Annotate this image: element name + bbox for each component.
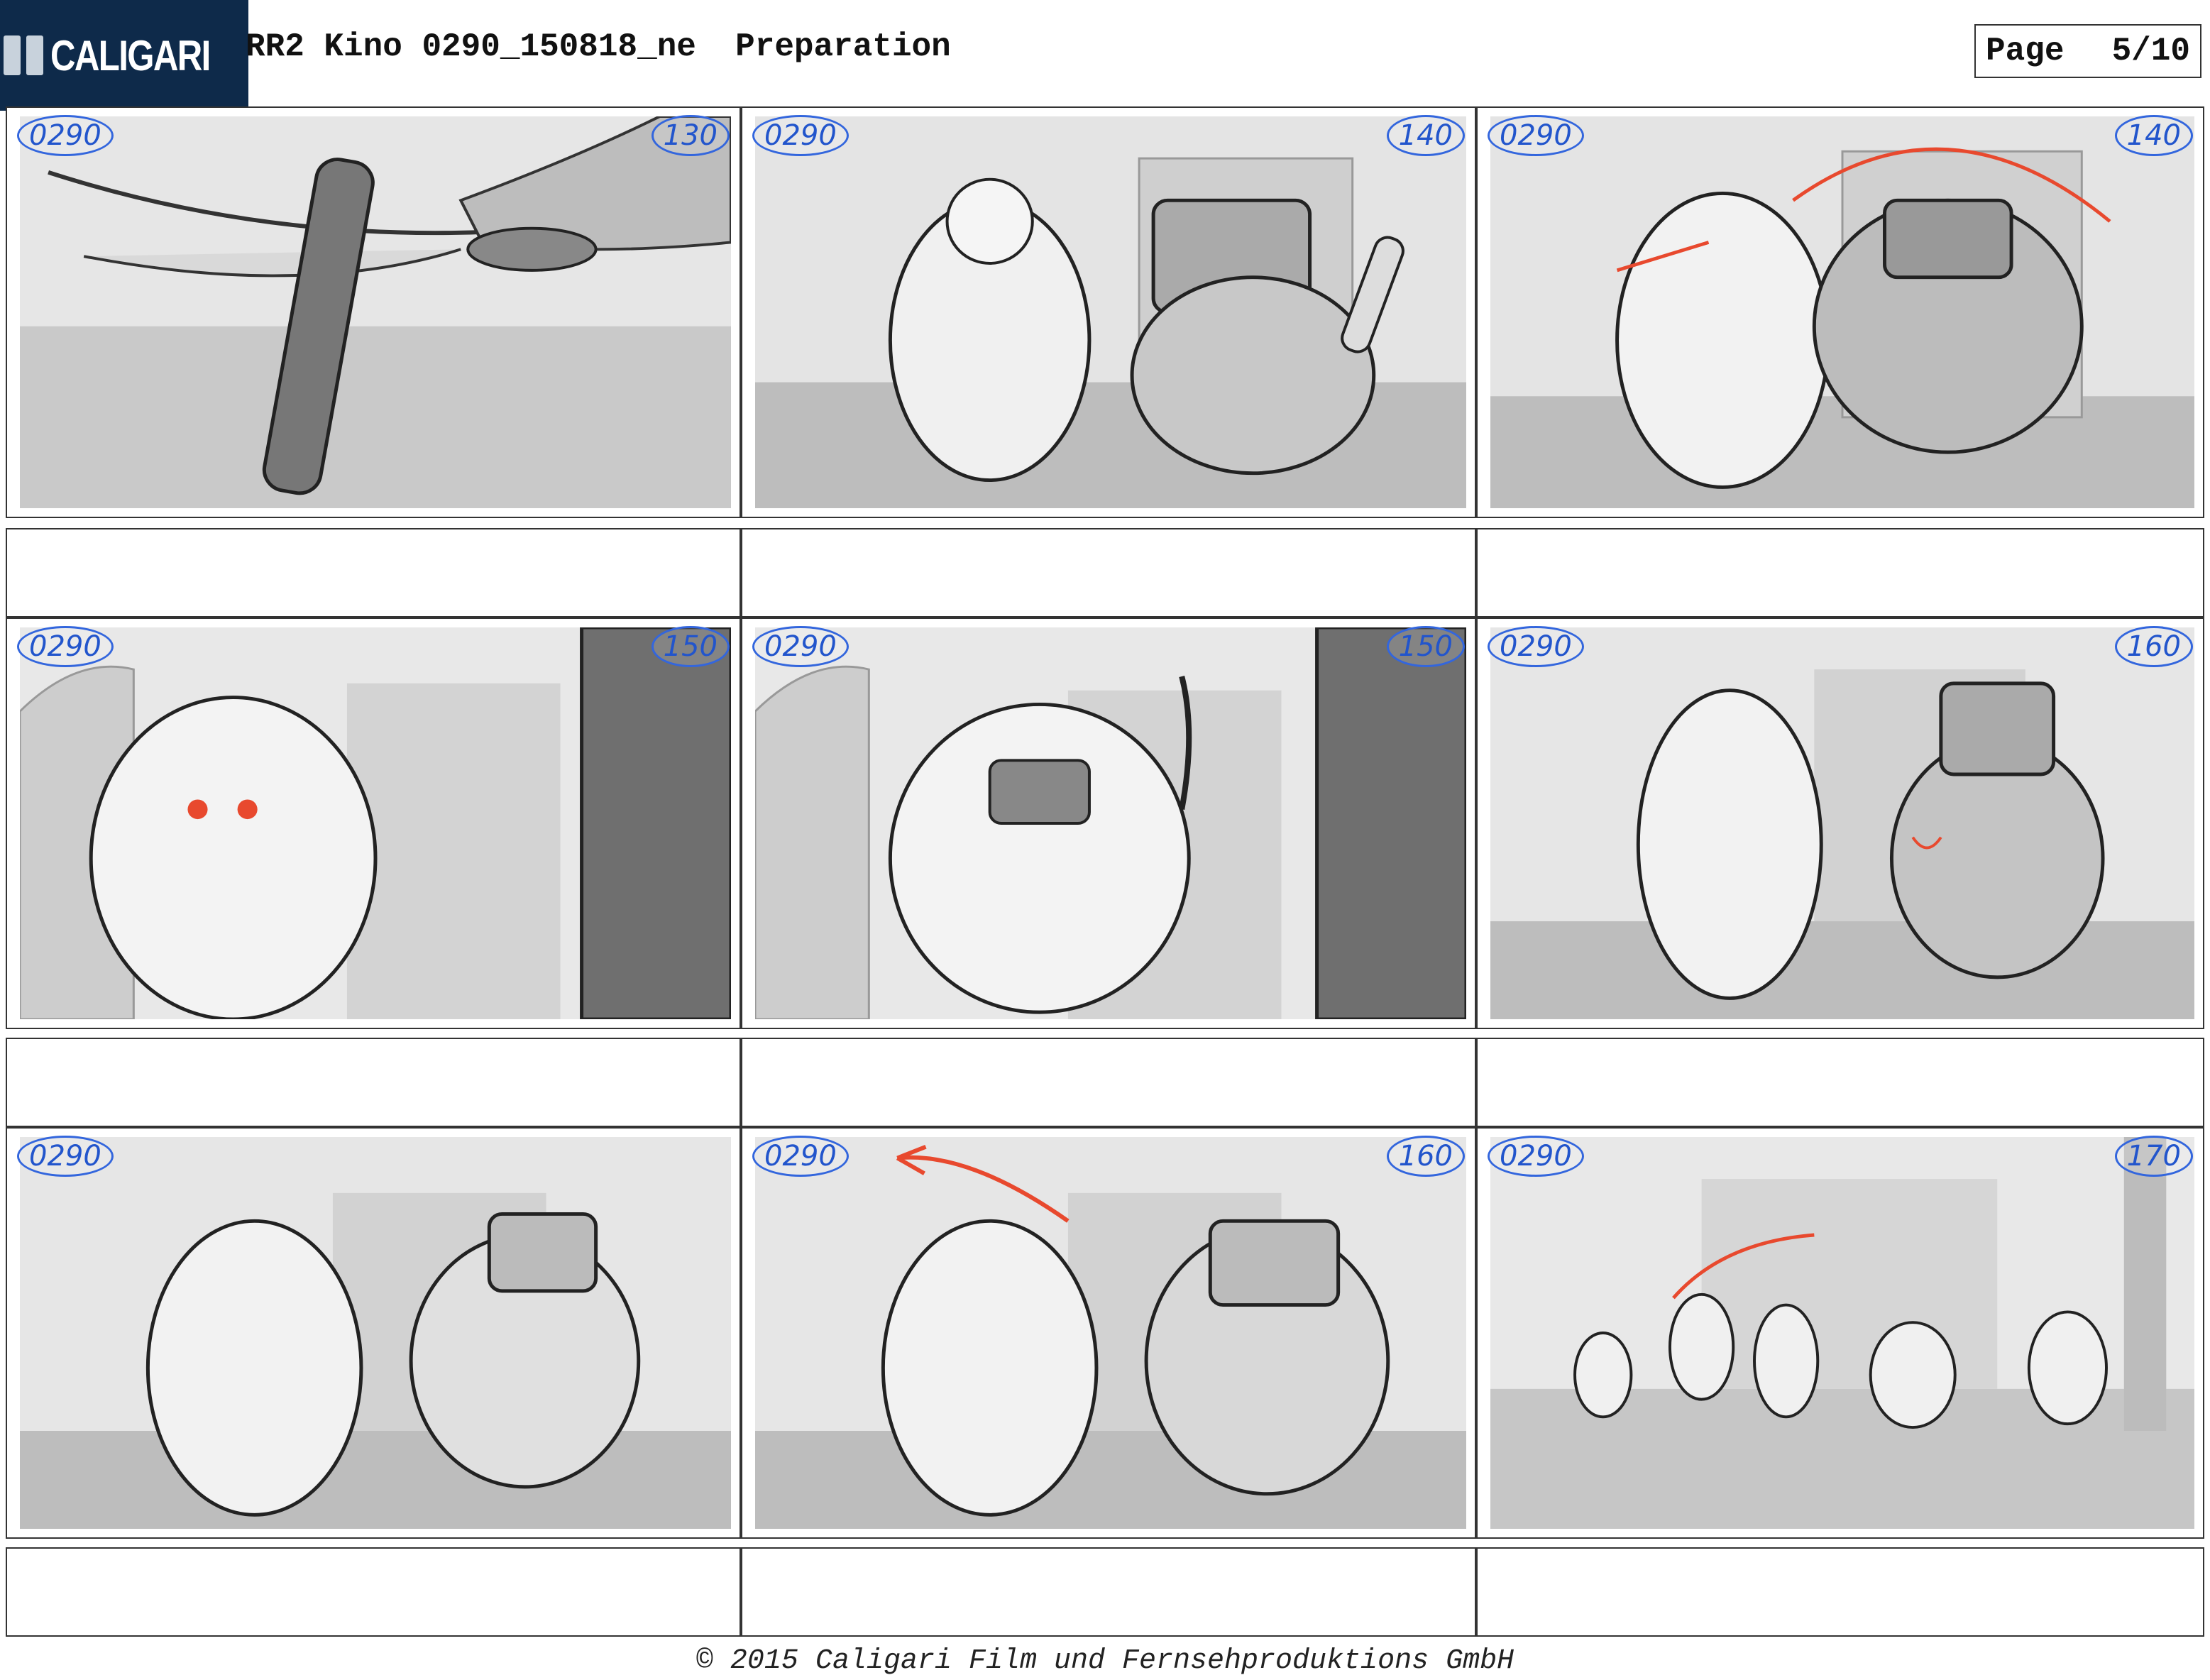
storyboard-panel-5: 0290 150 xyxy=(741,617,1476,1029)
panel-notes-9 xyxy=(1476,1547,2204,1637)
document-title: RR2 Kino 0290_150818_ne Preparation xyxy=(246,28,951,65)
panel-sketch xyxy=(1490,116,2194,508)
panel-sketch xyxy=(1490,627,2194,1019)
scene-number-tag: 0290 xyxy=(17,1136,114,1177)
scene-number-tag: 0290 xyxy=(1488,115,1584,156)
panel-sketch xyxy=(20,627,731,1019)
panel-notes-4 xyxy=(6,1038,741,1127)
logo-mark-icon xyxy=(4,35,43,75)
scene-number-tag: 0290 xyxy=(752,115,849,156)
storyboard-panel-4: 0290 150 xyxy=(6,617,741,1029)
page-label: Page xyxy=(1986,33,2065,70)
panel-notes-5 xyxy=(741,1038,1476,1127)
shot-number-tag: 140 xyxy=(1386,115,1465,156)
shot-number-tag: 130 xyxy=(651,115,730,156)
shot-number-tag: 150 xyxy=(651,626,730,667)
caligari-logo: CALIGARI xyxy=(0,0,248,111)
shot-number-tag: 150 xyxy=(1386,626,1465,667)
scene-number-tag: 0290 xyxy=(752,626,849,667)
panel-sketch xyxy=(755,116,1466,508)
panel-sketch xyxy=(755,1137,1466,1529)
panel-notes-1 xyxy=(6,528,741,617)
panel-sketch xyxy=(755,627,1466,1019)
panel-sketch xyxy=(20,116,731,508)
scene-number-tag: 0290 xyxy=(17,115,114,156)
panel-notes-6 xyxy=(1476,1038,2204,1127)
shot-number-tag: 170 xyxy=(2114,1136,2193,1177)
page-indicator: Page 5/10 xyxy=(1974,24,2201,78)
storyboard-panel-1: 0290 130 xyxy=(6,106,741,518)
shot-number-tag: 160 xyxy=(2114,626,2193,667)
panel-sketch xyxy=(20,1137,731,1529)
shot-number-tag: 140 xyxy=(2114,115,2193,156)
storyboard-panel-6: 0290 160 xyxy=(1476,617,2204,1029)
panel-notes-2 xyxy=(741,528,1476,617)
storyboard-panel-3: 0290 140 xyxy=(1476,106,2204,518)
storyboard-panel-2: 0290 140 xyxy=(741,106,1476,518)
panel-notes-3 xyxy=(1476,528,2204,617)
storyboard-panel-7: 0290 xyxy=(6,1127,741,1539)
panel-notes-8 xyxy=(741,1547,1476,1637)
panel-sketch xyxy=(1490,1137,2194,1529)
page-number: 5/10 xyxy=(2111,33,2190,70)
storyboard-panel-8: 0290 160 xyxy=(741,1127,1476,1539)
scene-number-tag: 0290 xyxy=(1488,626,1584,667)
scene-number-tag: 0290 xyxy=(17,626,114,667)
panel-notes-7 xyxy=(6,1547,741,1637)
copyright-notice: © 2015 Caligari Film und Fernsehprodukti… xyxy=(696,1645,1514,1677)
shot-number-tag: 160 xyxy=(1386,1136,1465,1177)
logo-text: CALIGARI xyxy=(50,31,211,79)
storyboard-panel-9: 0290 170 xyxy=(1476,1127,2204,1539)
scene-number-tag: 0290 xyxy=(752,1136,849,1177)
scene-number-tag: 0290 xyxy=(1488,1136,1584,1177)
